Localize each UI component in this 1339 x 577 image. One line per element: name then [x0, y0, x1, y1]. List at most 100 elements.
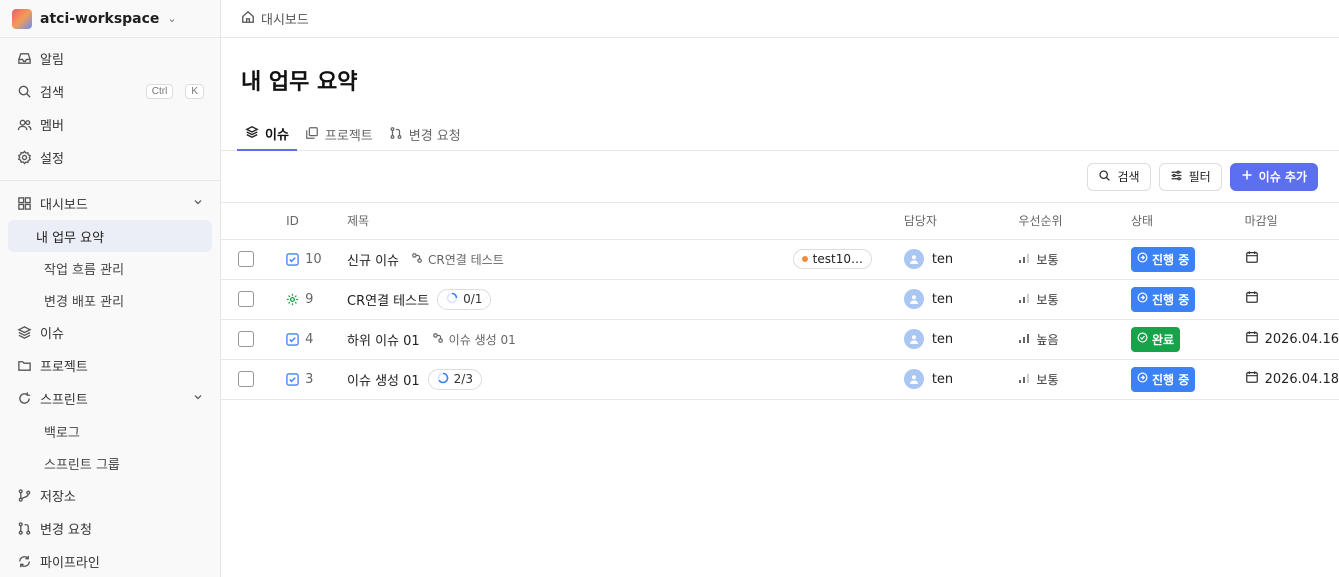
sidebar-item-my-summary[interactable]: 내 업무 요약 [8, 220, 212, 252]
linked-issue[interactable]: CR연결 테스트 [411, 251, 504, 268]
task-checkbox-icon [286, 332, 299, 346]
sidebar-item-notifications[interactable]: 알림 [0, 42, 220, 75]
sidebar-item-sprint[interactable]: 스프린트 [0, 382, 220, 415]
sidebar-item-backlog[interactable]: 백로그 [8, 415, 212, 447]
subtask-progress: 0/1 [437, 288, 492, 310]
chevron-down-icon: ⌄ [167, 12, 177, 25]
link-icon [411, 252, 423, 267]
progress-label: 0/1 [463, 292, 483, 306]
avatar [903, 289, 924, 309]
grid-icon [16, 196, 32, 212]
header-priority[interactable]: 우선순위 [1003, 203, 1117, 240]
calendar-icon[interactable] [1245, 250, 1259, 268]
tab-label: 프로젝트 [324, 129, 373, 144]
chevron-down-icon[interactable] [192, 391, 204, 407]
priority-label: 높음 [1036, 332, 1059, 347]
sidebar-item-label: 저장소 [40, 490, 76, 505]
sidebar-item-workflow[interactable]: 작업 흐름 관리 [8, 252, 212, 284]
tab-projects[interactable]: 프로젝트 [297, 118, 381, 151]
issue-id: 9 [305, 291, 314, 307]
subtask-progress: 2/3 [427, 368, 482, 390]
chevron-down-icon[interactable] [192, 196, 204, 212]
task-checkbox-icon [286, 252, 299, 266]
issue-toolbar: 검색 필터 이슈 추가 [221, 151, 1339, 203]
sidebar: atci-workspace ⌄ 알림 검색 Ctrl K 멤버 설정 대시보드… [0, 0, 221, 577]
issue-title[interactable]: 이슈 생성 01 [347, 370, 420, 389]
tab-change-requests[interactable]: 변경 요청 [381, 118, 469, 151]
search-button[interactable]: 검색 [1087, 162, 1151, 191]
priority-bars-icon [1018, 292, 1030, 307]
check-circle-icon [1137, 332, 1148, 346]
status-badge[interactable]: 진행 중 [1131, 366, 1196, 392]
status-label: 진행 중 [1152, 252, 1190, 267]
table-row[interactable]: 9 CR연결 테스트 0/1 ten 보통 진행 중 [221, 279, 1339, 320]
header-title[interactable]: 제목 [332, 203, 793, 240]
table-row[interactable]: 10 신규 이슈 CR연결 테스트 test10… ten 보통 진행 중 [221, 239, 1339, 280]
calendar-icon[interactable] [1245, 330, 1259, 348]
filter-button[interactable]: 필터 [1158, 162, 1222, 191]
sprint-icon [16, 391, 32, 407]
sidebar-item-deploy[interactable]: 변경 배포 관리 [8, 284, 212, 316]
plus-icon [1241, 169, 1253, 184]
home-icon[interactable] [241, 10, 255, 28]
sidebar-item-issues[interactable]: 이슈 [0, 316, 220, 349]
sidebar-item-pipeline[interactable]: 파이프라인 [0, 545, 220, 577]
due-date: 2026.04.18 [1264, 371, 1339, 387]
header-id[interactable]: ID [271, 203, 333, 240]
header-due[interactable]: 마감일 [1229, 203, 1339, 240]
table-header-row: ID 제목 담당자 우선순위 상태 마감일 [221, 203, 1339, 240]
sidebar-item-settings[interactable]: 설정 [0, 141, 220, 174]
issue-title[interactable]: 신규 이슈 [347, 250, 399, 269]
table-row[interactable]: 4 하위 이슈 01 이슈 생성 01 ten 높음 완료 2026.04.16 [221, 319, 1339, 360]
issue-title[interactable]: CR연결 테스트 [347, 290, 429, 309]
add-issue-button[interactable]: 이슈 추가 [1229, 162, 1318, 191]
sidebar-item-dashboard[interactable]: 대시보드 [0, 187, 220, 220]
assignee-name: ten [931, 251, 954, 267]
issue-title[interactable]: 하위 이슈 01 [347, 330, 420, 349]
app-root: atci-workspace ⌄ 알림 검색 Ctrl K 멤버 설정 대시보드… [0, 0, 1339, 577]
issue-tag[interactable]: test10… [792, 249, 872, 269]
row-checkbox[interactable] [238, 371, 254, 387]
status-badge[interactable]: 진행 중 [1131, 286, 1196, 312]
sidebar-item-label: 프로젝트 [40, 360, 88, 375]
header-assignee[interactable]: 담당자 [888, 203, 1004, 240]
status-label: 진행 중 [1152, 372, 1190, 387]
tab-label: 이슈 [265, 128, 289, 143]
breadcrumb-item[interactable]: 대시보드 [261, 9, 309, 28]
assignee-name: ten [931, 291, 954, 307]
tag-dot-icon [801, 256, 808, 262]
table-row[interactable]: 3 이슈 생성 01 2/3 ten 보통 진행 중 2026.04.18 [221, 359, 1339, 400]
row-checkbox[interactable] [238, 331, 254, 347]
sidebar-nav: 알림 검색 Ctrl K 멤버 설정 대시보드 내 업무 요약 작업 흐름 관리… [0, 38, 220, 577]
sidebar-item-label: 변경 요청 [40, 523, 92, 538]
tab-issues[interactable]: 이슈 [237, 118, 297, 151]
sidebar-item-sprint-group[interactable]: 스프린트 그룹 [8, 447, 212, 479]
sidebar-item-search[interactable]: 검색 Ctrl K [0, 75, 220, 108]
sidebar-item-change-request[interactable]: 변경 요청 [0, 512, 220, 545]
sidebar-item-members[interactable]: 멤버 [0, 108, 220, 141]
sidebar-item-projects[interactable]: 프로젝트 [0, 349, 220, 382]
progress-ring-icon [446, 292, 458, 307]
inbox-icon [16, 51, 32, 67]
sidebar-item-label: 검색 [40, 86, 64, 101]
main-content: 대시보드 내 업무 요약 이슈 프로젝트 변경 요청 검색 필터 이슈 추가 I… [221, 0, 1339, 577]
avatar [903, 249, 924, 269]
calendar-icon[interactable] [1245, 290, 1259, 308]
shortcut-key-k: K [185, 84, 204, 99]
status-badge[interactable]: 완료 [1131, 326, 1181, 352]
status-badge[interactable]: 진행 중 [1131, 246, 1196, 272]
sidebar-item-label: 스프린트 [40, 393, 88, 408]
linked-issue[interactable]: 이슈 생성 01 [432, 331, 516, 348]
copy-icon [305, 126, 319, 144]
sidebar-item-repository[interactable]: 저장소 [0, 479, 220, 512]
header-status[interactable]: 상태 [1116, 203, 1230, 240]
calendar-icon[interactable] [1245, 370, 1259, 388]
row-checkbox[interactable] [238, 291, 254, 307]
row-checkbox[interactable] [238, 251, 254, 267]
search-icon [1098, 169, 1111, 185]
tab-label: 변경 요청 [408, 129, 461, 144]
workspace-switcher[interactable]: atci-workspace ⌄ [0, 0, 220, 38]
assignee-name: ten [931, 331, 954, 347]
priority-bars-icon [1018, 252, 1030, 267]
layers-icon [16, 325, 32, 341]
